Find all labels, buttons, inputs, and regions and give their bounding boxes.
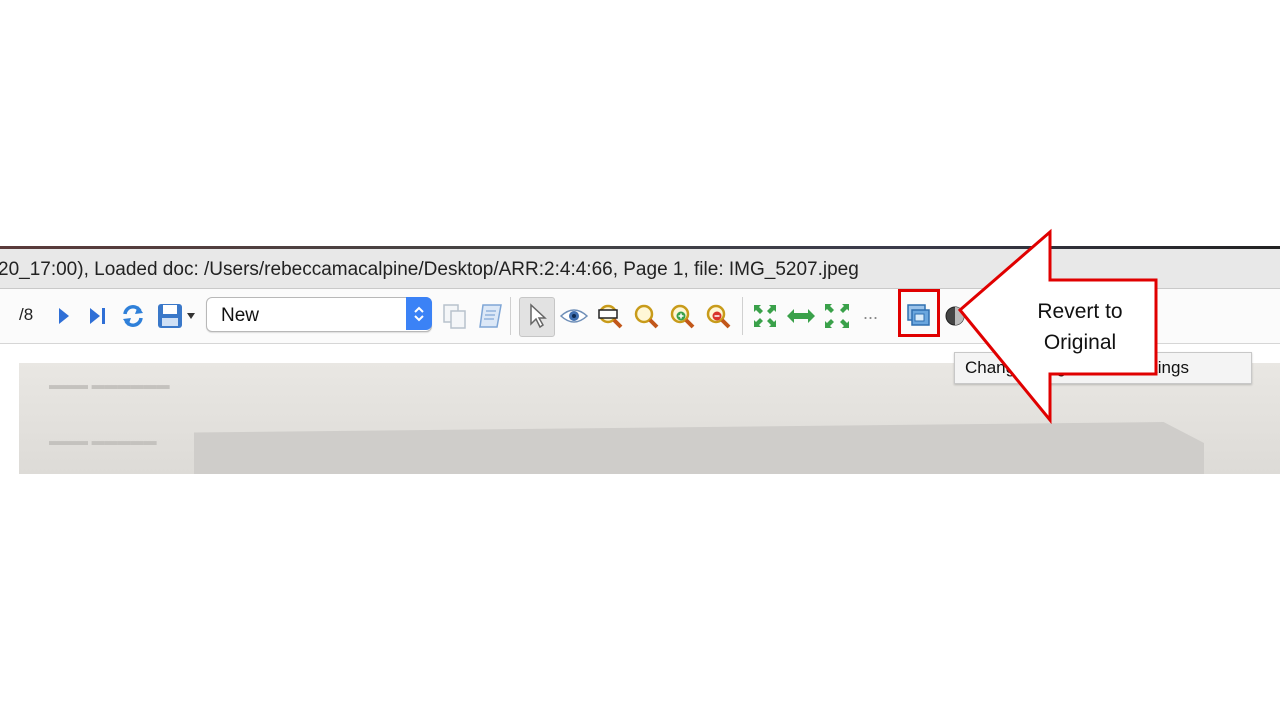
zoom-rect-icon[interactable] <box>595 301 625 331</box>
fit-width-icon[interactable] <box>786 301 816 331</box>
window-title: 20_17:00), Loaded doc: /Users/rebeccamac… <box>0 259 859 280</box>
revert-button-highlight-box <box>898 289 940 337</box>
profile-select[interactable]: New <box>206 297 432 332</box>
toolbar-separator <box>510 297 511 335</box>
next-page-icon[interactable] <box>48 301 78 331</box>
chevron-updown-icon[interactable] <box>406 297 432 330</box>
faint-text-line: ▬▬▬ ▬▬▬▬▬▬ <box>49 377 170 392</box>
save-dropdown-icon[interactable] <box>183 301 199 331</box>
pointer-icon[interactable] <box>522 301 552 331</box>
view-icon[interactable] <box>559 301 589 331</box>
profile-select-value: New <box>221 305 260 326</box>
more-tools[interactable]: ... <box>863 303 878 324</box>
zoom-out-icon[interactable] <box>703 301 733 331</box>
script-icon[interactable] <box>476 301 506 331</box>
callout-label: Revert to Original <box>1037 300 1123 354</box>
faint-text-line: ▬▬▬ ▬▬▬▬▬ <box>49 433 157 448</box>
zoom-in-icon[interactable] <box>667 301 697 331</box>
fit-page-icon[interactable] <box>750 301 780 331</box>
copy-icon[interactable] <box>440 301 470 331</box>
reload-icon[interactable] <box>118 301 148 331</box>
fit-actual-icon[interactable] <box>822 301 852 331</box>
last-page-icon[interactable] <box>83 301 113 331</box>
page-total: /8 <box>19 305 34 324</box>
save-icon[interactable] <box>156 301 186 331</box>
zoom-icon[interactable] <box>631 301 661 331</box>
toolbar-separator <box>742 297 743 335</box>
